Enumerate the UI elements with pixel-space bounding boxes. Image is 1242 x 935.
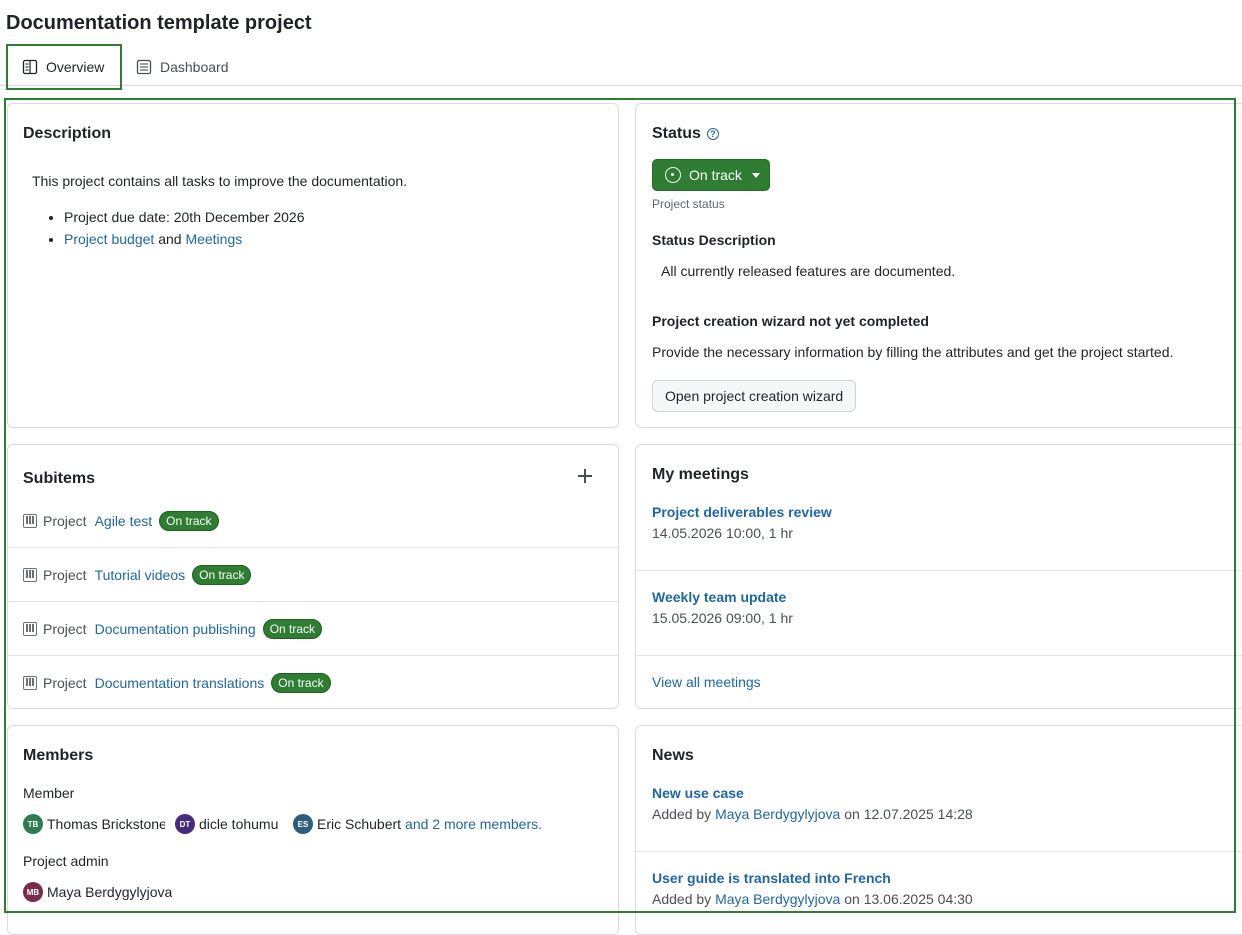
more-members-link[interactable]: and 2 more members. <box>405 816 542 832</box>
description-title: Description <box>23 125 112 142</box>
status-badge: On track <box>192 564 252 585</box>
subitem-link[interactable]: Documentation translations <box>95 675 265 691</box>
news-meta: Added by Maya Berdygylyjova on 13.06.202… <box>652 891 973 907</box>
due-date-item: Project due date: 20th December 2026 <box>64 206 305 228</box>
status-description-text: All currently released features are docu… <box>661 263 956 279</box>
added-by-text: Added by <box>652 806 712 822</box>
description-text: This project contains all tasks to impro… <box>32 173 408 189</box>
tab-dashboard-label: Dashboard <box>160 59 229 75</box>
subitem-link[interactable]: Agile test <box>95 513 153 529</box>
members-widget: Members Member TB Thomas Brickstone DT d… <box>7 725 619 935</box>
role-label: Project admin <box>23 853 109 869</box>
meeting-time: 15.05.2026 09:00, 1 hr <box>652 610 793 626</box>
avatar: ES <box>293 814 313 834</box>
description-widget: Description This project contains all ta… <box>7 103 619 428</box>
news-link[interactable]: New use case <box>652 785 744 801</box>
status-circle-icon <box>665 167 681 183</box>
avatar: DT <box>175 814 195 834</box>
author-link[interactable]: Maya Berdygylyjova <box>715 891 840 907</box>
help-icon[interactable]: ? <box>706 128 719 140</box>
divider <box>636 655 1242 656</box>
subitems-widget: Subitems Project Agile test On track Pro… <box>7 444 619 709</box>
status-widget: Status ? On track Project status Status … <box>635 103 1242 428</box>
subitem-row: Project Agile test On track <box>8 494 618 548</box>
status-badge: On track <box>271 672 331 693</box>
members-title: Members <box>23 747 94 764</box>
status-value: On track <box>689 167 742 183</box>
divider <box>636 570 1242 571</box>
subitem-link[interactable]: Tutorial videos <box>95 567 186 583</box>
status-caption: Project status <box>652 197 725 211</box>
date-text: on 12.07.2025 14:28 <box>844 806 973 822</box>
subitem-row: Project Documentation publishing On trac… <box>8 601 618 655</box>
subitem-type: Project <box>43 566 87 583</box>
status-dropdown-button[interactable]: On track <box>652 159 770 191</box>
tab-overview[interactable]: Overview <box>6 44 122 90</box>
subitems-title: Subitems <box>23 470 96 487</box>
tab-bar: Overview Dashboard <box>0 44 1242 90</box>
wizard-text: Provide the necessary information by fil… <box>652 344 1174 360</box>
subitem-link[interactable]: Documentation publishing <box>95 621 256 637</box>
meeting-time: 14.05.2026 10:00, 1 hr <box>652 525 793 541</box>
subitem-row: Project Tutorial videos On track <box>8 547 618 601</box>
news-link[interactable]: User guide is translated into French <box>652 870 891 886</box>
project-board-icon <box>23 514 37 528</box>
subitem-row: Project Documentation translations On tr… <box>8 655 618 708</box>
project-board-icon <box>23 567 37 582</box>
member-name[interactable]: dicle tohumu <box>199 816 283 832</box>
meetings-widget: My meetings Project deliverables review … <box>635 444 1242 709</box>
meeting-link[interactable]: Weekly team update <box>652 589 786 605</box>
add-subitem-button[interactable] <box>576 467 594 485</box>
avatar: MB <box>23 882 43 902</box>
project-budget-link[interactable]: Project budget <box>64 231 154 247</box>
description-list: Project due date: 20th December 2026 Pro… <box>32 206 305 250</box>
subitem-type: Project <box>43 674 87 691</box>
news-title: News <box>652 747 694 764</box>
member-list: TB Thomas Brickstone DT dicle tohumu ES … <box>23 814 542 834</box>
status-title: Status ? <box>652 125 719 143</box>
author-link[interactable]: Maya Berdygylyjova <box>715 806 840 822</box>
page-title: Documentation template project <box>6 12 312 34</box>
divider <box>636 851 1242 852</box>
chevron-down-icon <box>751 172 760 178</box>
news-meta: Added by Maya Berdygylyjova on 12.07.202… <box>652 806 973 822</box>
status-description-heading: Status Description <box>652 232 776 248</box>
added-by-text: Added by <box>652 891 712 907</box>
subitem-type: Project <box>43 513 87 529</box>
project-board-icon <box>23 621 37 636</box>
subitem-type: Project <box>43 620 87 637</box>
project-board-icon <box>23 675 37 690</box>
news-widget: News New use case Added by Maya Berdygyl… <box>635 725 1242 935</box>
overview-icon <box>22 59 38 75</box>
meetings-link[interactable]: Meetings <box>185 231 242 247</box>
member-list: MB Maya Berdygylyjova <box>23 882 182 902</box>
member-name[interactable]: Maya Berdygylyjova <box>47 884 172 900</box>
tab-dashboard[interactable]: Dashboard <box>122 44 243 90</box>
status-badge: On track <box>159 511 219 531</box>
avatar: TB <box>23 814 43 834</box>
status-badge: On track <box>262 618 323 639</box>
view-all-meetings-link[interactable]: View all meetings <box>652 674 761 690</box>
open-wizard-button[interactable]: Open project creation wizard <box>652 380 857 412</box>
meeting-link[interactable]: Project deliverables review <box>652 504 832 520</box>
links-item: Project budget and Meetings <box>64 228 305 250</box>
member-name[interactable]: Thomas Brickstone <box>47 816 165 832</box>
tab-overview-label: Overview <box>46 59 105 75</box>
and-text: and <box>158 231 182 247</box>
meetings-title: My meetings <box>652 466 749 483</box>
status-title-text: Status <box>652 125 701 142</box>
role-label: Member <box>23 785 75 801</box>
member-name[interactable]: Eric Schubert <box>317 816 401 832</box>
dashboard-icon <box>136 59 152 75</box>
wizard-heading: Project creation wizard not yet complete… <box>652 313 929 329</box>
date-text: on 13.06.2025 04:30 <box>844 891 973 907</box>
